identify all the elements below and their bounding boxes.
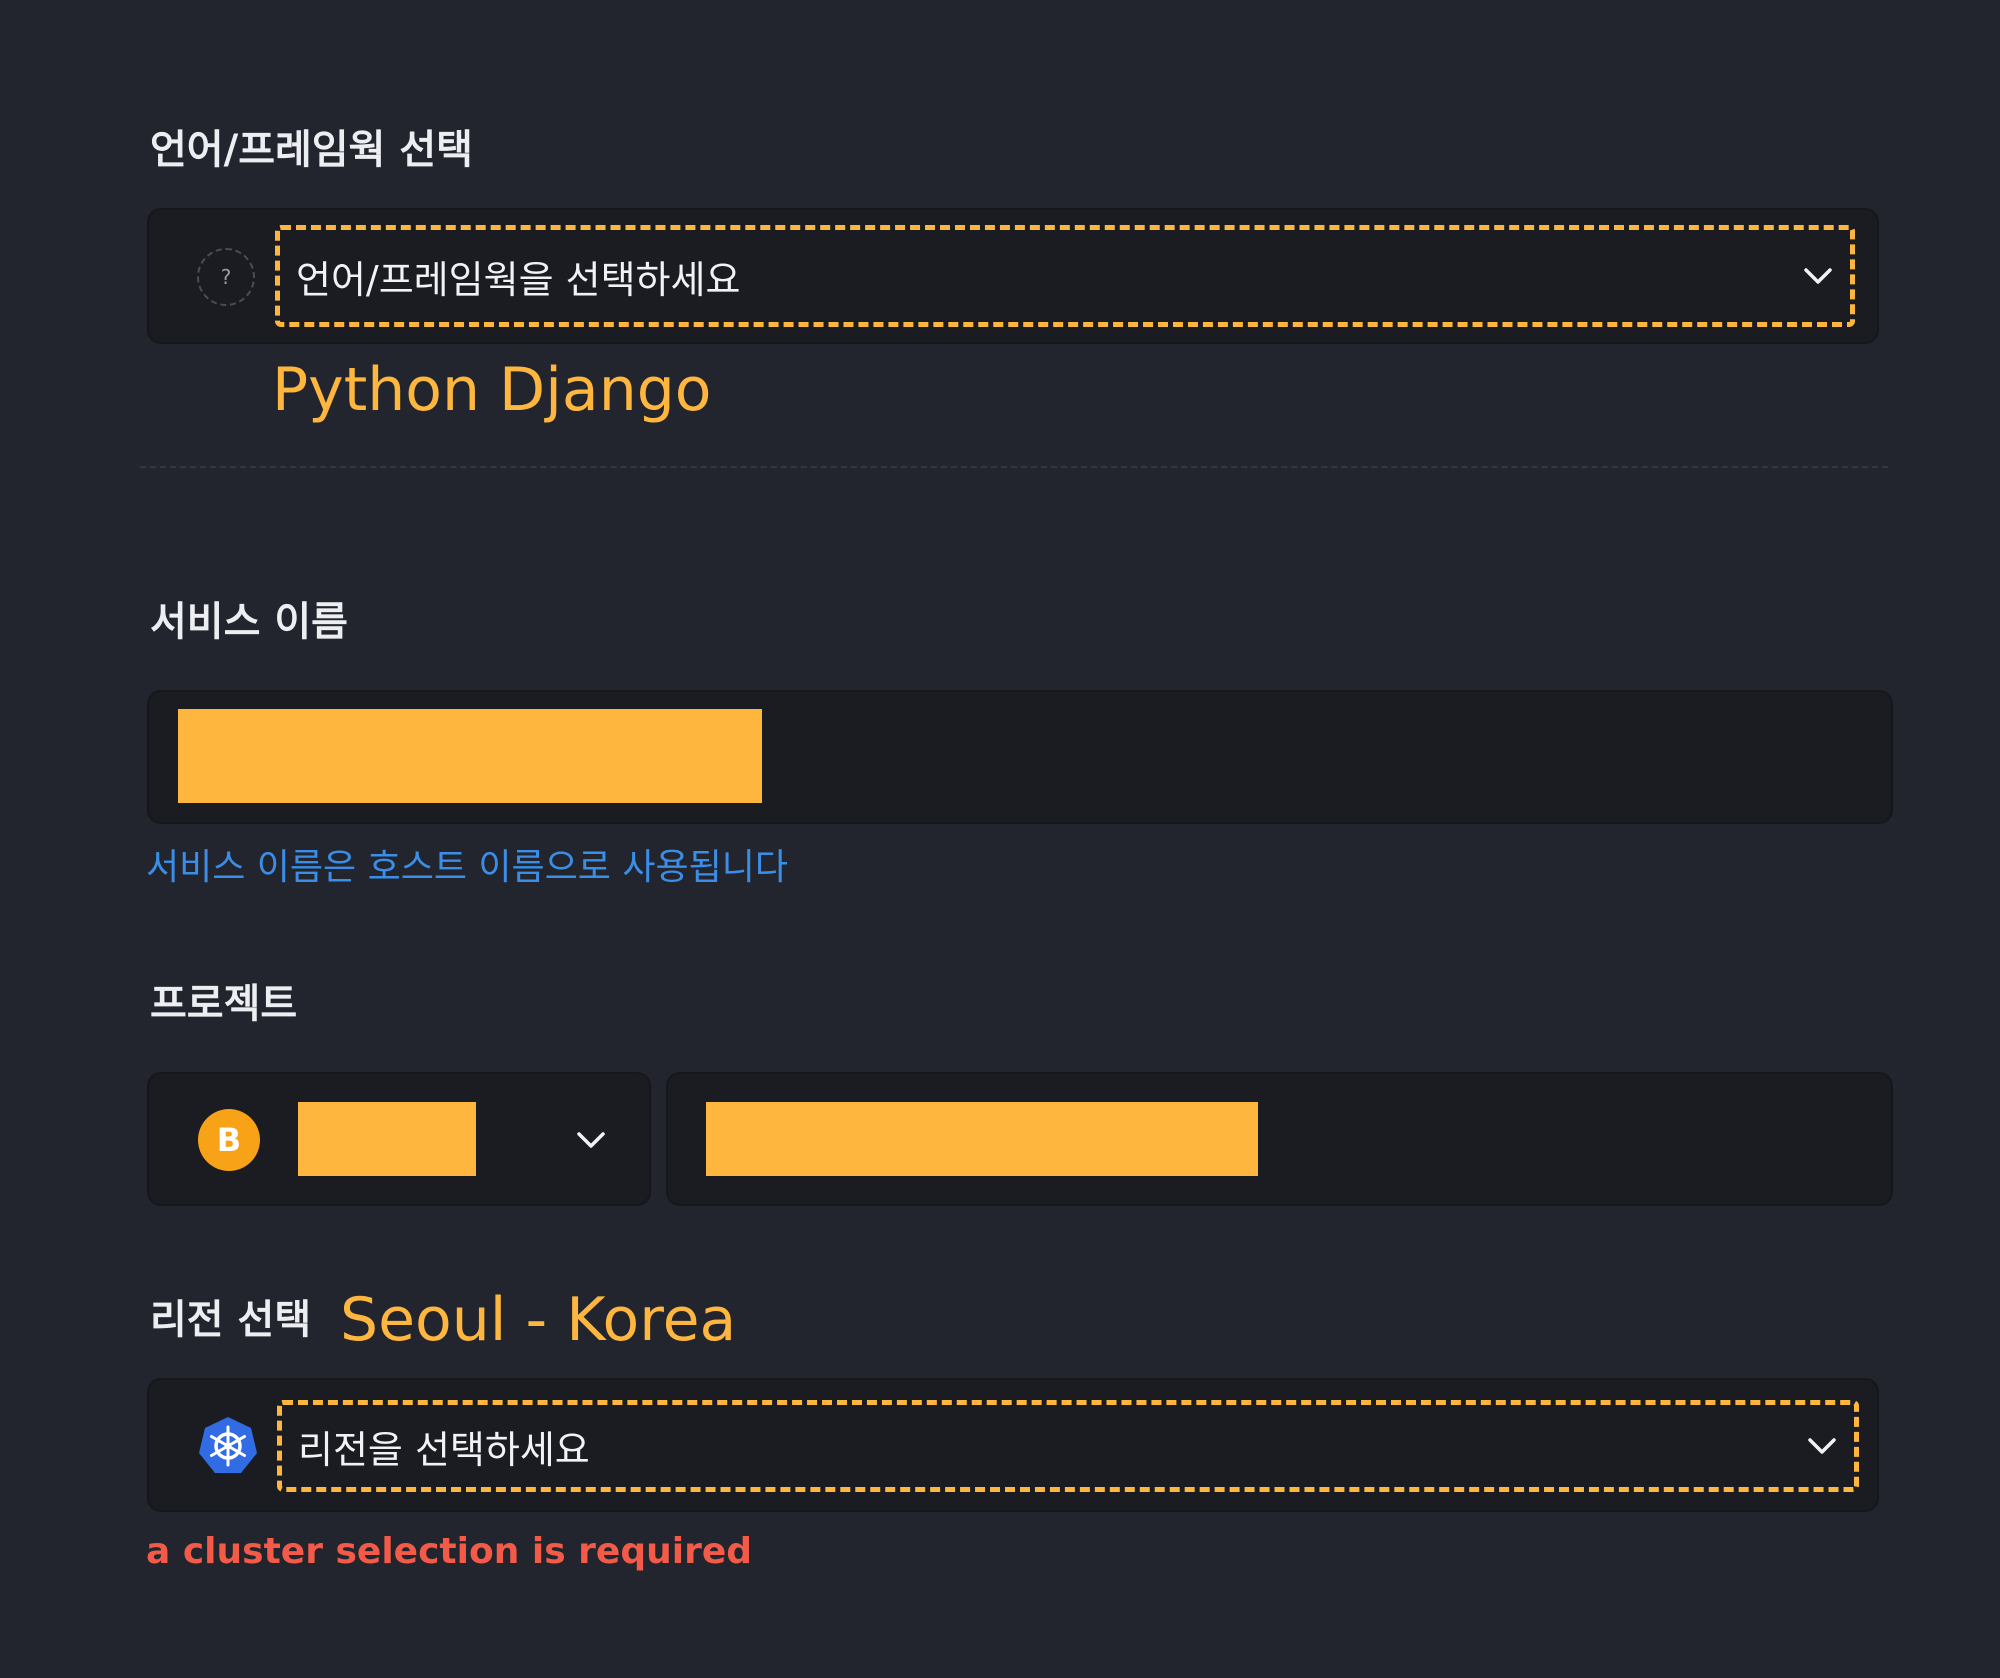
section-divider: [140, 466, 1888, 468]
service-name-input[interactable]: [147, 690, 1893, 824]
redacted-project-name: [706, 1102, 1258, 1176]
project-label: 프로젝트: [150, 981, 298, 1027]
framework-select-container[interactable]: ? 언어/프레임웍을 선택하세요: [147, 208, 1879, 344]
service-name-label: 서비스 이름: [150, 599, 348, 645]
framework-selected-note: Python Django: [272, 355, 712, 425]
redacted-org-name: [298, 1102, 476, 1176]
project-name-select[interactable]: [666, 1072, 1893, 1206]
chevron-down-icon: [577, 1132, 605, 1148]
project-org-select[interactable]: B: [147, 1072, 651, 1206]
redacted-service-name: [178, 709, 762, 803]
region-error-message: a cluster selection is required: [146, 1531, 753, 1572]
region-label: 리전 선택: [150, 1297, 312, 1343]
framework-label: 언어/프레임웍 선택: [150, 127, 473, 173]
org-avatar: B: [198, 1109, 260, 1171]
service-name-hint: 서비스 이름은 호스트 이름으로 사용됩니다: [146, 847, 788, 888]
question-mark-icon: ?: [197, 248, 255, 306]
chevron-down-icon: [1808, 1438, 1836, 1454]
framework-select-placeholder: 언어/프레임웍을 선택하세요: [296, 257, 741, 302]
region-selected-note: Seoul - Korea: [340, 1285, 737, 1355]
region-select-placeholder: 리전을 선택하세요: [298, 1427, 590, 1472]
framework-select[interactable]: 언어/프레임웍을 선택하세요: [275, 225, 1855, 327]
region-select-container[interactable]: 리전을 선택하세요: [147, 1378, 1879, 1512]
kubernetes-icon: [199, 1417, 257, 1473]
chevron-down-icon: [1804, 268, 1832, 284]
region-select[interactable]: 리전을 선택하세요: [277, 1400, 1859, 1492]
